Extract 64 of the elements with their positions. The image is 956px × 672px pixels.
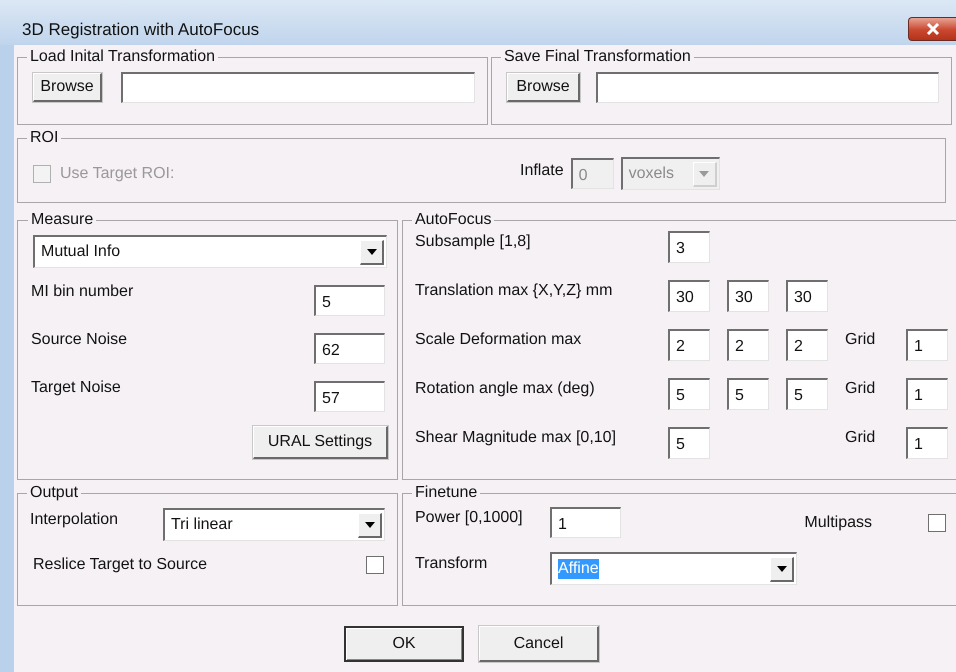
input-field[interactable]: 5	[727, 378, 769, 410]
group-label: Output	[29, 484, 80, 502]
dropdown[interactable]: Tri linear	[163, 508, 385, 541]
group-label: Load Inital Transformation	[29, 48, 216, 66]
window-title: 3D Registration with AutoFocus	[22, 20, 260, 40]
group-label: Finetune	[414, 484, 478, 502]
button[interactable]: Browse	[507, 73, 580, 102]
input-field[interactable]	[596, 72, 939, 103]
field-label: Subsample [1,8]	[415, 233, 532, 251]
button[interactable]: Cancel	[479, 626, 599, 662]
input-field[interactable]: 5	[314, 285, 385, 316]
caret-icon	[699, 170, 710, 176]
field-label: Scale Deformation max	[415, 331, 582, 349]
input-field[interactable]: 62	[314, 333, 385, 364]
input-field[interactable]: 30	[668, 280, 710, 312]
group-label: Save Final Transformation	[503, 48, 692, 66]
group-label: Measure	[30, 211, 94, 229]
close-icon	[926, 23, 940, 35]
input-field[interactable]: 30	[727, 280, 769, 312]
checkbox[interactable]	[928, 514, 946, 532]
button[interactable]: Browse	[33, 73, 102, 102]
input-field[interactable]: 3	[668, 231, 710, 263]
input-field[interactable]: 1	[550, 507, 621, 538]
input-field[interactable]: 2	[727, 329, 769, 361]
input-field[interactable]: 2	[786, 329, 828, 361]
field-label: MI bin number	[31, 283, 134, 301]
field-label: Grid	[845, 331, 876, 349]
input-field[interactable]: 5	[786, 378, 828, 410]
field-label: Grid	[845, 380, 876, 398]
dropdown-arrow-button[interactable]	[358, 512, 382, 538]
input-field[interactable]	[121, 72, 475, 103]
group-label: AutoFocus	[414, 211, 492, 229]
checkbox[interactable]	[366, 556, 384, 574]
field-label: Power [0,1000]	[415, 508, 524, 526]
input-field[interactable]: 5	[668, 427, 710, 459]
input-field[interactable]: 30	[786, 280, 828, 312]
checkbox-label: Multipass	[804, 514, 872, 532]
input-field[interactable]: 1	[906, 329, 948, 361]
checkbox-label: Reslice Target to Source	[33, 556, 208, 574]
field-label: Grid	[845, 429, 876, 447]
caret-icon	[366, 248, 376, 254]
input-field[interactable]: 2	[668, 329, 710, 361]
input-field[interactable]: 5	[668, 378, 710, 410]
checkbox-label: Use Target ROI:	[60, 164, 174, 182]
input-field[interactable]: 57	[314, 381, 385, 412]
field-label: Source Noise	[31, 331, 128, 349]
caret-icon	[364, 522, 374, 528]
caret-icon	[776, 566, 786, 572]
field-label: Inflate	[520, 162, 564, 180]
field-label: Translation max {X,Y,Z} mm	[415, 282, 614, 300]
field-label: Transform	[415, 554, 488, 572]
button[interactable]: OK	[344, 626, 464, 662]
field-label: Interpolation	[30, 510, 120, 528]
field-label: Shear Magnitude max [0,10]	[415, 429, 618, 447]
input-field[interactable]: 1	[906, 427, 948, 459]
group-label: ROI	[29, 129, 60, 147]
field-label: Rotation angle max (deg)	[415, 380, 596, 398]
dropdown[interactable]: Mutual Info	[33, 235, 387, 268]
dropdown-arrow-button[interactable]	[360, 240, 384, 264]
close-button[interactable]	[908, 17, 956, 41]
dropdown-arrow-button[interactable]	[770, 556, 794, 582]
field-label: Target Noise	[31, 379, 121, 397]
input-field[interactable]: 1	[906, 378, 948, 410]
button[interactable]: URAL Settings	[253, 426, 388, 459]
